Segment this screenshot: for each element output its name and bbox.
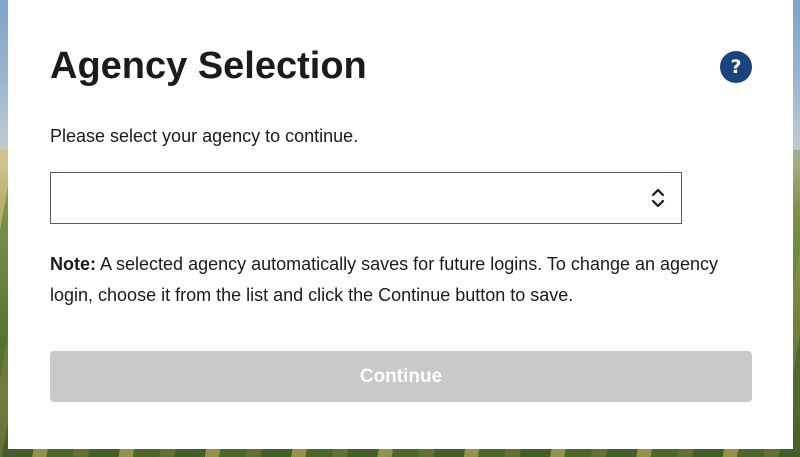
note-label: Note: [50,254,96,274]
instruction-text: Please select your agency to continue. [50,126,359,146]
agency-selection-dialog: Agency Selection ? Please select your ag… [8,0,793,449]
note-text: Note: A selected agency automatically sa… [50,249,730,311]
continue-button[interactable]: Continue [50,351,752,402]
help-button[interactable]: ? [720,51,752,83]
note-body: A selected agency automatically saves fo… [50,254,719,305]
chevron-up-down-icon [651,188,665,208]
question-mark-icon: ? [730,56,742,78]
agency-select[interactable] [50,172,682,224]
dialog-title: Agency Selection [50,45,367,87]
